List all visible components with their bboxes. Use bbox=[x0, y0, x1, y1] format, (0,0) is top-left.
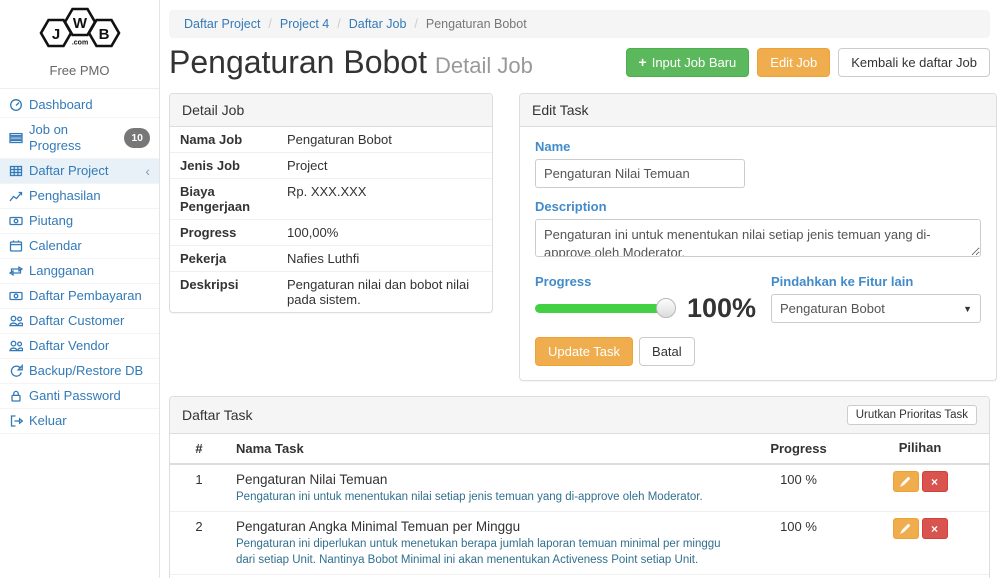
money-icon bbox=[9, 214, 23, 228]
description-label: Description bbox=[535, 199, 981, 214]
edit-task-panel-title: Edit Task bbox=[520, 94, 996, 127]
page-title: Pengaturan BobotDetail Job bbox=[169, 44, 533, 81]
detail-job-table: Nama Job Pengaturan Bobot Jenis Job Proj… bbox=[170, 127, 492, 312]
table-row: 1 Pengaturan Nilai Temuan Pengaturan ini… bbox=[170, 465, 989, 512]
calendar-icon bbox=[9, 239, 23, 253]
users-icon bbox=[9, 314, 23, 328]
breadcrumb-daftar-job[interactable]: Daftar Job bbox=[329, 17, 406, 31]
pencil-icon bbox=[900, 523, 911, 534]
jwb-hexagon-logo-icon: W J B .com bbox=[30, 6, 130, 52]
job-count-badge: 10 bbox=[124, 128, 150, 148]
sidebar-item-piutang[interactable]: Piutang bbox=[0, 209, 159, 234]
users-icon bbox=[9, 339, 23, 353]
x-icon: × bbox=[931, 476, 938, 488]
sidebar-item-daftar-customer[interactable]: Daftar Customer bbox=[0, 309, 159, 334]
progress-percent-value: 100% bbox=[687, 295, 756, 322]
progress-slider[interactable] bbox=[535, 304, 667, 313]
sidebar-item-daftar-pembayaran[interactable]: Daftar Pembayaran bbox=[0, 284, 159, 309]
line-chart-icon bbox=[9, 189, 23, 203]
table-icon bbox=[9, 164, 23, 178]
breadcrumb: Daftar Project Project 4 Daftar Job Peng… bbox=[169, 10, 990, 38]
sidebar-item-langganan[interactable]: Langganan bbox=[0, 259, 159, 284]
svg-text:B: B bbox=[98, 26, 109, 43]
breadcrumb-daftar-project[interactable]: Daftar Project bbox=[184, 17, 260, 31]
task-name-input[interactable] bbox=[535, 159, 745, 188]
task-progress: 100 % bbox=[746, 465, 851, 494]
task-description: Pengaturan ini untuk menentukan nilai se… bbox=[236, 489, 738, 505]
task-name: Pengaturan Nilai Temuan bbox=[236, 472, 738, 487]
sort-priority-top-button[interactable]: Urutkan Prioritas Task bbox=[847, 405, 977, 425]
table-row: Pekerja Nafies Luthfi bbox=[170, 246, 492, 272]
task-table-header: # Nama Task Progress Pilihan bbox=[170, 434, 989, 465]
task-description: Pengaturan ini diperlukan untuk menetuka… bbox=[236, 536, 738, 568]
sidebar-item-daftar-vendor[interactable]: Daftar Vendor bbox=[0, 334, 159, 359]
retweet-icon bbox=[9, 264, 23, 278]
sidebar-item-keluar[interactable]: Keluar bbox=[0, 409, 159, 434]
edit-job-button[interactable]: Edit Job bbox=[757, 48, 830, 77]
chevron-down-icon: ▼ bbox=[963, 304, 972, 314]
move-to-feature-label: Pindahkan ke Fitur lain bbox=[771, 274, 981, 289]
refresh-icon bbox=[9, 364, 23, 378]
input-job-baru-button[interactable]: Input Job Baru bbox=[626, 48, 750, 77]
back-to-job-list-button[interactable]: Kembali ke daftar Job bbox=[838, 48, 990, 77]
table-row: Progress 100,00% bbox=[170, 220, 492, 246]
edit-task-panel: Edit Task Name Description Pengaturan in… bbox=[519, 93, 997, 381]
sidebar-item-daftar-project[interactable]: Daftar Project ‹ bbox=[0, 159, 159, 184]
task-progress: 100 % bbox=[746, 512, 851, 541]
main-content: Daftar Project Project 4 Daftar Job Peng… bbox=[160, 0, 1000, 578]
tasks-icon bbox=[9, 131, 23, 145]
detail-job-panel-title: Detail Job bbox=[170, 94, 492, 127]
breadcrumb-project-4[interactable]: Project 4 bbox=[260, 17, 329, 31]
sidebar-item-penghasilan[interactable]: Penghasilan bbox=[0, 184, 159, 209]
table-row: Jenis Job Project bbox=[170, 153, 492, 179]
table-row: Biaya Pengerjaan Rp. XXX.XXX bbox=[170, 179, 492, 220]
table-row: Deskripsi Pengaturan nilai dan bobot nil… bbox=[170, 272, 492, 312]
delete-task-button[interactable]: × bbox=[922, 518, 948, 539]
name-label: Name bbox=[535, 139, 981, 154]
page-subtitle: Detail Job bbox=[435, 53, 533, 78]
detail-job-panel: Detail Job Nama Job Pengaturan Bobot Jen… bbox=[169, 93, 493, 313]
lock-icon bbox=[9, 389, 23, 403]
dashboard-icon bbox=[9, 98, 23, 112]
sidebar-nav: Dashboard Job on Progress 10 Daftar Proj… bbox=[0, 93, 159, 434]
task-table: # Nama Task Progress Pilihan 1 Pengatura… bbox=[170, 434, 989, 578]
svg-text:.com: .com bbox=[71, 40, 87, 47]
chevron-left-icon: ‹ bbox=[145, 166, 150, 176]
svg-text:J: J bbox=[51, 26, 59, 43]
table-row: Nama Job Pengaturan Bobot bbox=[170, 127, 492, 153]
pencil-icon bbox=[900, 476, 911, 487]
daftar-task-panel-title: Daftar Task bbox=[182, 407, 253, 423]
svg-text:W: W bbox=[72, 15, 87, 32]
money-icon bbox=[9, 289, 23, 303]
task-description-textarea[interactable]: Pengaturan ini untuk menentukan nilai se… bbox=[535, 219, 981, 257]
move-to-feature-select[interactable]: Pengaturan Bobot ▼ bbox=[771, 294, 981, 323]
progress-slider-handle[interactable] bbox=[656, 298, 676, 318]
x-icon: × bbox=[931, 523, 938, 535]
plus-icon bbox=[639, 55, 647, 70]
edit-task-button[interactable] bbox=[893, 471, 919, 492]
delete-task-button[interactable]: × bbox=[922, 471, 948, 492]
sidebar-item-dashboard[interactable]: Dashboard bbox=[0, 93, 159, 118]
sidebar-item-backup-restore-db[interactable]: Backup/Restore DB bbox=[0, 359, 159, 384]
task-name: Pengaturan Angka Minimal Temuan per Ming… bbox=[236, 519, 738, 534]
sidebar-item-ganti-password[interactable]: Ganti Password bbox=[0, 384, 159, 409]
daftar-task-panel: Daftar Task Urutkan Prioritas Task # Nam… bbox=[169, 396, 990, 578]
progress-label: Progress bbox=[535, 274, 771, 289]
table-row: 2 Pengaturan Angka Minimal Temuan per Mi… bbox=[170, 512, 989, 575]
sidebar: W J B .com Free PMO Dashboard Job bbox=[0, 0, 160, 578]
edit-task-button[interactable] bbox=[893, 518, 919, 539]
sidebar-item-job-on-progress[interactable]: Job on Progress 10 bbox=[0, 118, 159, 159]
breadcrumb-current-page: Pengaturan Bobot bbox=[406, 17, 526, 31]
update-task-button[interactable]: Update Task bbox=[535, 337, 633, 366]
sign-out-icon bbox=[9, 414, 23, 428]
sidebar-item-calendar[interactable]: Calendar bbox=[0, 234, 159, 259]
app-logo: W J B .com bbox=[0, 0, 159, 59]
cancel-button[interactable]: Batal bbox=[639, 337, 695, 366]
brand-subtitle: Free PMO bbox=[0, 59, 159, 89]
